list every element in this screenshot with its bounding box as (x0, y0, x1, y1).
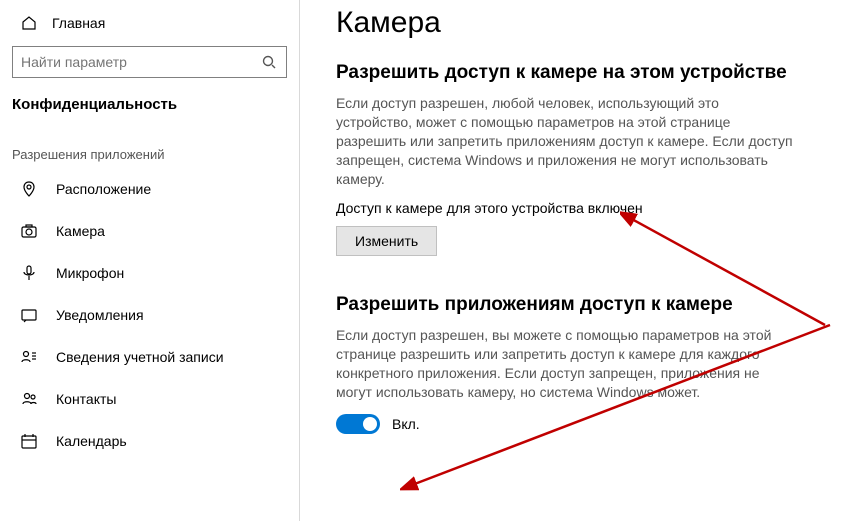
toggle-label: Вкл. (392, 416, 420, 432)
home-label: Главная (52, 15, 105, 31)
camera-icon (20, 222, 38, 240)
camera-access-status: Доступ к камере для этого устройства вкл… (336, 200, 826, 216)
search-input-wrapper[interactable] (12, 46, 287, 78)
sidebar-item-label: Календарь (56, 433, 127, 449)
search-input[interactable] (21, 54, 260, 70)
change-button[interactable]: Изменить (336, 226, 437, 256)
sidebar-item-label: Расположение (56, 181, 151, 197)
section1-desc: Если доступ разрешен, любой человек, исп… (336, 94, 796, 188)
sidebar-item-label: Уведомления (56, 307, 144, 323)
sidebar-item-contacts[interactable]: Контакты (0, 378, 299, 420)
search-icon (260, 53, 278, 71)
sidebar-item-calendar[interactable]: Календарь (0, 420, 299, 462)
microphone-icon (20, 264, 38, 282)
location-icon (20, 180, 38, 198)
sidebar-item-label: Контакты (56, 391, 116, 407)
section1-title: Разрешить доступ к камере на этом устрой… (336, 62, 826, 84)
home-icon (20, 14, 38, 32)
section-label: Разрешения приложений (0, 129, 299, 168)
settings-sidebar: Главная Конфиденциальность Разрешения пр… (0, 0, 300, 521)
sidebar-item-label: Сведения учетной записи (56, 349, 224, 365)
sidebar-item-location[interactable]: Расположение (0, 168, 299, 210)
page-title: Камера (336, 6, 826, 40)
home-link[interactable]: Главная (0, 10, 299, 40)
section2-desc: Если доступ разрешен, вы можете с помощь… (336, 326, 796, 402)
notifications-icon (20, 306, 38, 324)
contacts-icon (20, 390, 38, 408)
apps-camera-toggle[interactable] (336, 414, 380, 434)
sidebar-item-camera[interactable]: Камера (0, 210, 299, 252)
category-title: Конфиденциальность (0, 88, 299, 129)
section2-title: Разрешить приложениям доступ к камере (336, 294, 826, 316)
account-info-icon (20, 348, 38, 366)
content-pane: Камера Разрешить доступ к камере на этом… (300, 0, 846, 521)
sidebar-item-label: Микрофон (56, 265, 124, 281)
sidebar-item-notifications[interactable]: Уведомления (0, 294, 299, 336)
calendar-icon (20, 432, 38, 450)
sidebar-item-account-info[interactable]: Сведения учетной записи (0, 336, 299, 378)
sidebar-item-microphone[interactable]: Микрофон (0, 252, 299, 294)
sidebar-item-label: Камера (56, 223, 105, 239)
